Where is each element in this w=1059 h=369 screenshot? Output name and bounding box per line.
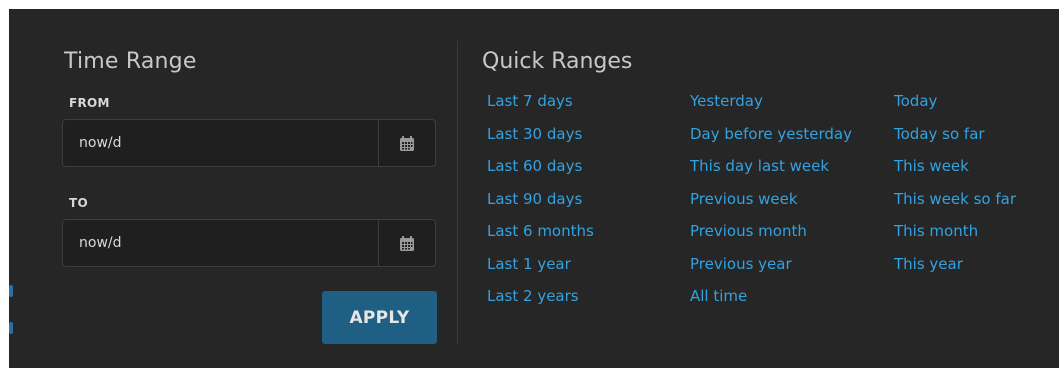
quick-range-link[interactable]: Last 1 year: [487, 252, 594, 285]
from-input[interactable]: [63, 120, 378, 166]
quick-range-link[interactable]: Last 6 months: [487, 219, 594, 252]
quick-range-link[interactable]: Last 7 days: [487, 89, 594, 122]
quick-ranges-column-2: Yesterday Day before yesterday This day …: [690, 89, 852, 317]
from-calendar-button[interactable]: [378, 120, 435, 166]
quick-range-link[interactable]: All time: [690, 284, 852, 317]
from-field-group: [62, 119, 436, 167]
calendar-icon: [400, 135, 414, 151]
quick-ranges-column-3: Today Today so far This week This week s…: [894, 89, 1016, 284]
quick-range-link[interactable]: This week so far: [894, 187, 1016, 220]
to-field-group: [62, 219, 436, 267]
quick-range-link[interactable]: This week: [894, 154, 1016, 187]
quick-range-link[interactable]: Last 60 days: [487, 154, 594, 187]
quick-range-link[interactable]: Previous week: [690, 187, 852, 220]
quick-range-link[interactable]: Previous year: [690, 252, 852, 285]
quick-range-link[interactable]: Today: [894, 89, 1016, 122]
quick-range-link[interactable]: Last 2 years: [487, 284, 594, 317]
time-range-title: Time Range: [64, 49, 197, 74]
to-calendar-button[interactable]: [378, 220, 435, 266]
quick-range-link[interactable]: Last 90 days: [487, 187, 594, 220]
quick-range-link[interactable]: Day before yesterday: [690, 122, 852, 155]
apply-button[interactable]: APPLY: [322, 291, 437, 344]
section-divider: [457, 41, 458, 345]
quick-range-link[interactable]: Last 30 days: [487, 122, 594, 155]
quick-range-link[interactable]: Today so far: [894, 122, 1016, 155]
quick-ranges-title: Quick Ranges: [482, 49, 633, 74]
to-input[interactable]: [63, 220, 378, 266]
quick-range-link[interactable]: This month: [894, 219, 1016, 252]
time-range-section: Time Range FROM TO: [62, 9, 442, 368]
quick-ranges-section: Quick Ranges Last 7 days Last 30 days La…: [481, 9, 1059, 368]
quick-range-link[interactable]: This year: [894, 252, 1016, 285]
time-picker-panel: Time Range FROM TO: [9, 9, 1059, 368]
to-label: TO: [69, 196, 88, 210]
quick-range-link[interactable]: Previous month: [690, 219, 852, 252]
from-label: FROM: [69, 96, 110, 110]
calendar-icon: [400, 235, 414, 251]
edge-indicator: [9, 285, 13, 297]
quick-ranges-column-1: Last 7 days Last 30 days Last 60 days La…: [487, 89, 594, 317]
quick-range-link[interactable]: Yesterday: [690, 89, 852, 122]
quick-range-link[interactable]: This day last week: [690, 154, 852, 187]
edge-indicator: [9, 322, 13, 334]
